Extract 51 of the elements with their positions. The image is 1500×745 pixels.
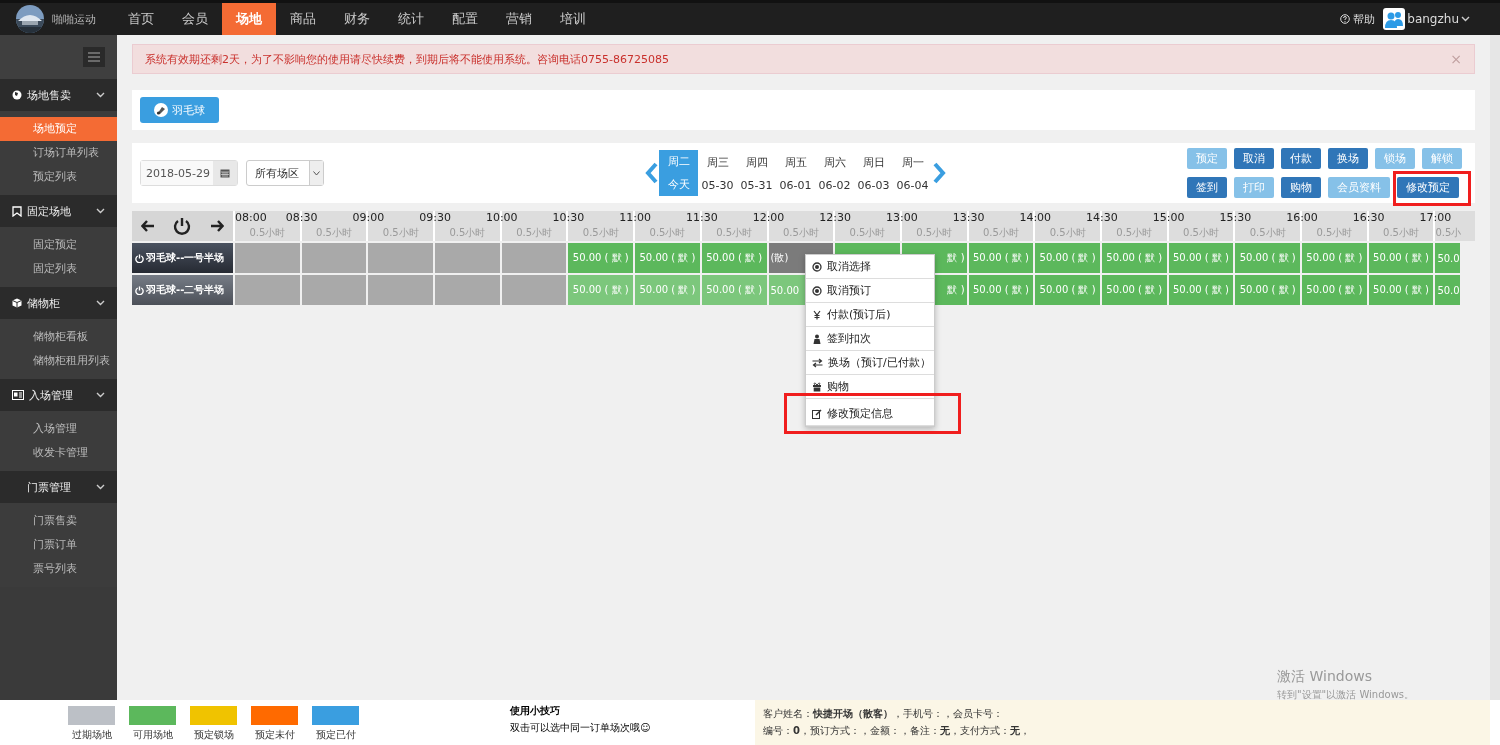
time-label: 08:00 — [235, 211, 267, 226]
time-label: 09:30 — [419, 211, 451, 226]
duration-label: 0.5小时 — [1115, 226, 1154, 240]
legend-label: 预定已付 — [315, 728, 356, 742]
time-label: 11:00 — [619, 211, 651, 226]
duration-label: 0.5小时 — [915, 226, 954, 240]
time-label: 16:00 — [1286, 211, 1318, 226]
duration-label: 0.5小时 — [981, 226, 1020, 240]
activation-text: 转到"设置"以激活 Windows。 — [1277, 688, 1415, 702]
tips-title: 使用小技巧 — [510, 704, 561, 718]
duration-label: 0.5小时 — [781, 226, 820, 240]
legend-label: 预定未付 — [254, 728, 295, 742]
duration-label: 0.5小时 — [648, 226, 687, 240]
duration-label: 0.5小时 — [315, 226, 353, 240]
duration-label: 0.5小时 — [448, 226, 487, 240]
time-label: 13:00 — [886, 211, 918, 226]
alert-text: 系统有效期还剩2天，为了不影响您的使用请尽快续费，到期后将不能使用系统。咨询电话0755-86725085 — [145, 51, 670, 67]
time-label: 12:30 — [819, 211, 852, 226]
time-label: 13:30 — [952, 211, 985, 226]
duration-label: 0.5小时 — [1382, 226, 1420, 240]
time-label: 10:30 — [552, 211, 585, 226]
time-label: 14:30 — [1086, 211, 1118, 226]
duration-label: 0.5小时 — [515, 226, 554, 240]
duration-label: 0.5小时 — [1248, 226, 1287, 240]
time-label: 17:00 — [1419, 211, 1452, 226]
legend-label: 预定锁场 — [193, 728, 234, 742]
duration-label: 0.5小时 — [1182, 226, 1220, 240]
legend-label: 可用场地 — [132, 728, 173, 742]
duration-label: 0.5小时 — [381, 226, 420, 240]
time-label: 15:00 — [1152, 211, 1185, 226]
duration-label: 0.5小时 — [1315, 226, 1354, 240]
customer-info-line: 客户姓名：快捷开场（散客），手机号：，会员卡号： — [763, 707, 1004, 721]
time-label: 10:00 — [485, 211, 518, 226]
time-label: 08:30 — [285, 211, 318, 226]
customer-info-line: 编号：0，预订方式：，金额：，备注：无，支付方式：无， — [763, 724, 1031, 738]
activation-title: 激活 Windows — [1277, 668, 1373, 686]
time-label: 15:30 — [1219, 211, 1252, 226]
time-label: 12:00 — [752, 211, 785, 226]
time-label: 14:00 — [1019, 211, 1052, 226]
tips-text: 双击可以选中同一订单场次哦☺ — [510, 721, 652, 735]
duration-label: 0.5小时 — [715, 226, 754, 240]
time-label: 16:30 — [1352, 211, 1385, 226]
time-label: 11:30 — [685, 211, 718, 226]
duration-label: 0.5小时 — [581, 226, 620, 240]
duration-label: 0.5小 — [1435, 226, 1461, 240]
legend-label: 过期场地 — [71, 728, 112, 742]
duration-label: 0.5小时 — [248, 226, 287, 240]
time-label: 09:00 — [352, 211, 385, 226]
brand-name: 啪啪运动 — [52, 11, 97, 27]
duration-label: 0.5小时 — [1048, 226, 1087, 240]
duration-label: 0.5小时 — [848, 226, 887, 240]
